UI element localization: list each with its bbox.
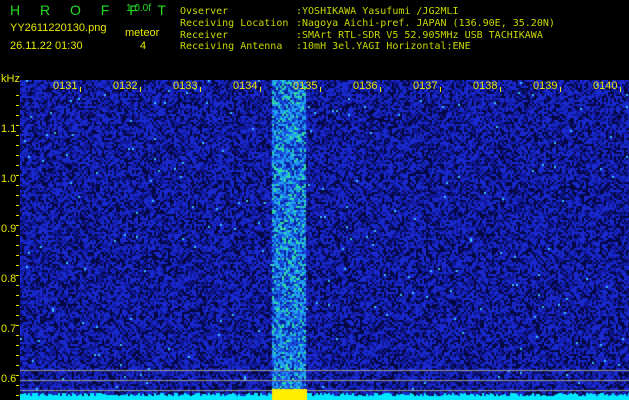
info-value: :SMArt RTL-SDR V5 52.905MHz USB TACHIKAW… <box>296 30 543 41</box>
info-value: :YOSHIKAWA Yasufumi /JG2MLI <box>296 6 459 17</box>
x-tick-label: 0140 <box>593 80 618 92</box>
y-tick-mark <box>16 155 19 156</box>
y-tick-label: 1.0 <box>1 173 17 185</box>
y-tick-mark <box>16 185 19 186</box>
x-tick-label: 0134 <box>233 80 258 92</box>
y-tick-mark <box>16 235 19 236</box>
y-tick-mark <box>16 215 19 216</box>
x-tick-label: 0135 <box>293 80 318 92</box>
y-tick-mark <box>16 275 19 276</box>
y-tick-mark <box>16 115 19 116</box>
y-tick-mark <box>16 205 19 206</box>
y-tick-label: 1.1 <box>1 123 17 135</box>
y-tick-mark <box>16 355 19 356</box>
y-tick-label: 0.8 <box>1 273 17 285</box>
x-tick-mark <box>380 87 381 92</box>
x-tick-mark <box>440 87 441 92</box>
y-tick-mark <box>16 165 19 166</box>
y-tick-label: 0.7 <box>1 323 17 335</box>
x-tick-mark <box>260 87 261 92</box>
x-tick-mark <box>80 87 81 92</box>
y-tick-mark <box>16 385 19 386</box>
y-tick-mark <box>16 335 19 336</box>
y-tick-mark <box>16 175 19 176</box>
x-tick-label: 0133 <box>173 80 198 92</box>
meteor-count: 4 <box>140 40 147 52</box>
y-tick-mark <box>16 325 19 326</box>
x-tick-mark <box>320 87 321 92</box>
y-tick-mark <box>16 305 19 306</box>
datetime-label: 26.11.22 01:30 <box>10 40 83 52</box>
info-value: :10mH 3el.YAGI Horizontal:ENE <box>296 41 471 52</box>
x-tick-label: 0138 <box>473 80 498 92</box>
x-tick-label: 0136 <box>353 80 378 92</box>
y-tick-label: 0.9 <box>1 223 17 235</box>
meteor-label: meteor <box>125 27 160 39</box>
y-tick-mark <box>16 375 19 376</box>
info-value: :Nagoya Aichi-pref. JAPAN (136.90E, 35.2… <box>296 18 555 29</box>
y-axis-unit: kHz <box>1 73 20 85</box>
info-label: Receiving Antenna <box>180 41 283 52</box>
y-tick-mark <box>16 255 19 256</box>
spectrogram <box>20 80 629 400</box>
x-tick-mark <box>500 87 501 92</box>
x-tick-mark <box>560 87 561 92</box>
y-tick-mark <box>16 225 19 226</box>
x-tick-label: 0131 <box>53 80 78 92</box>
y-tick-mark <box>16 285 19 286</box>
y-tick-mark <box>16 345 19 346</box>
y-tick-mark <box>16 125 19 126</box>
info-label: Ovserver <box>180 6 229 17</box>
info-label: Receiver <box>180 30 229 41</box>
y-tick-mark <box>16 365 19 366</box>
x-tick-label: 0139 <box>533 80 558 92</box>
x-tick-mark <box>140 87 141 92</box>
y-tick-mark <box>16 295 19 296</box>
info-label: Receiving Location <box>180 18 289 29</box>
y-tick-mark <box>16 145 19 146</box>
y-tick-mark <box>16 105 19 106</box>
x-tick-mark <box>200 87 201 92</box>
x-tick-mark <box>620 87 621 92</box>
y-tick-mark <box>16 265 19 266</box>
y-tick-mark <box>16 245 19 246</box>
x-tick-label: 0132 <box>113 80 138 92</box>
y-tick-label: 0.6 <box>1 373 17 385</box>
version-label: 1.0.0f <box>126 3 152 14</box>
filename-label: YY2611220130.png <box>10 22 107 34</box>
y-tick-mark <box>16 195 19 196</box>
y-tick-mark <box>16 135 19 136</box>
y-tick-mark <box>16 315 19 316</box>
y-tick-mark <box>16 95 19 96</box>
y-tick-mark <box>16 395 19 396</box>
x-tick-label: 0137 <box>413 80 438 92</box>
